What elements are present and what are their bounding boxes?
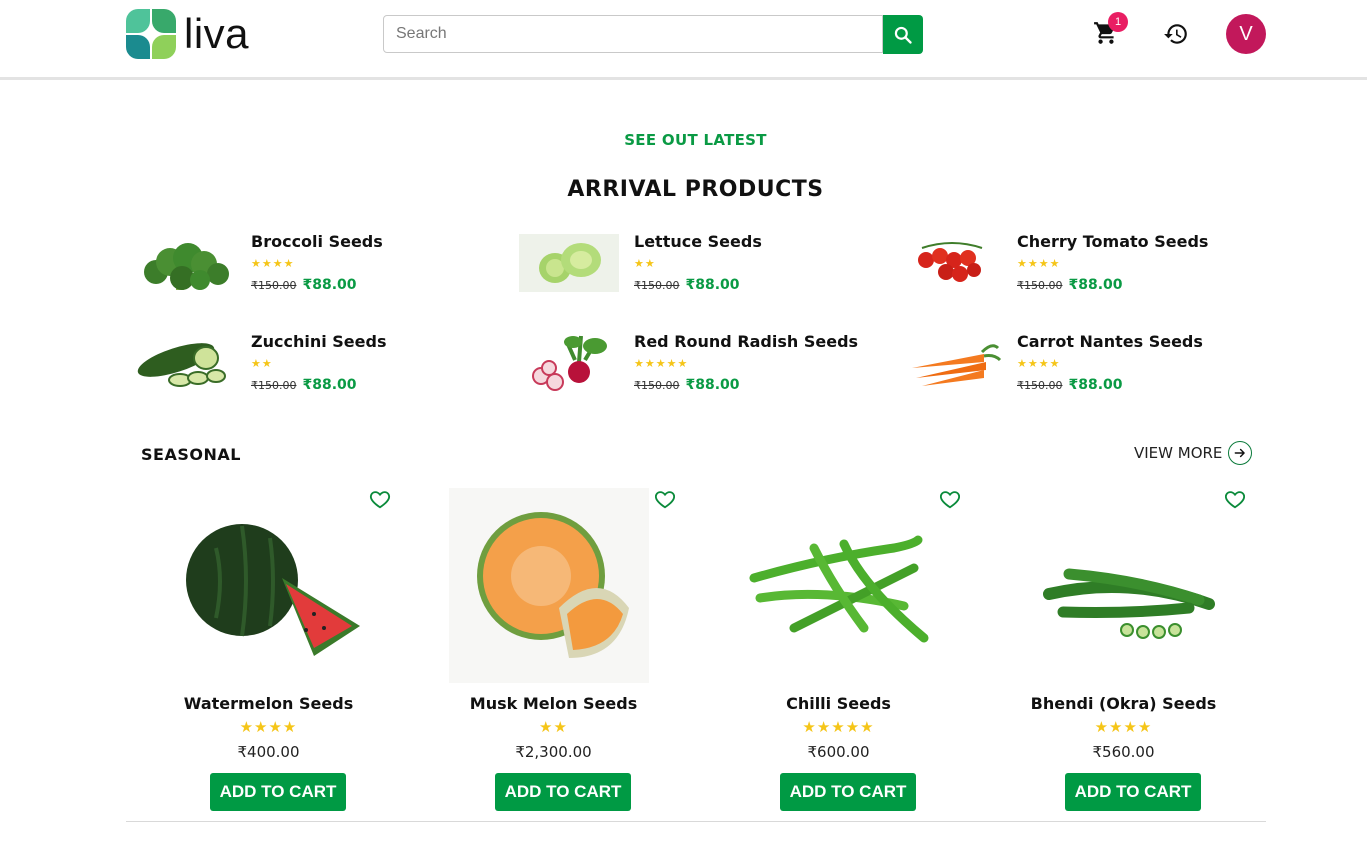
zucchini-image [137,343,226,387]
product-card[interactable]: Watermelon Seeds ★★★★ ₹400.00 ADD TO CAR… [136,488,421,818]
broccoli-image [144,243,229,290]
product-name: Red Round Radish Seeds [634,332,859,351]
product-price: ₹560.00 [1092,743,1155,761]
product-name: Zucchini Seeds [251,332,387,351]
rating-stars: ★★★★★ [802,718,875,736]
sale-price: ₹88.00 [685,277,740,293]
history-icon [1164,24,1187,44]
rating-stars: ★★ [539,718,568,736]
search-input[interactable] [383,15,883,53]
section-eyebrow: SEE OUT LATEST [624,131,767,149]
heart-icon[interactable] [654,488,676,510]
sale-price: ₹88.00 [302,377,357,393]
cart-button[interactable]: 1 [1093,12,1128,48]
old-price: ₹150.00 [251,279,297,292]
product-name: Musk Melon Seeds [469,694,638,713]
product-name: Watermelon Seeds [183,694,354,713]
arrival-item[interactable]: Zucchini Seeds ★★ ₹150.00 ₹88.00 [136,328,496,398]
sale-price: ₹88.00 [302,277,357,293]
arrival-item[interactable]: Cherry Tomato Seeds ★★★★ ₹150.00 ₹88.00 [902,228,1262,298]
add-to-cart-button[interactable]: ADD TO CART [1065,773,1201,811]
rating-stars: ★★★★ [1094,718,1153,736]
add-to-cart-button[interactable]: ADD TO CART [210,773,346,811]
product-name: Cherry Tomato Seeds [1017,232,1209,251]
product-name: Carrot Nantes Seeds [1017,332,1203,351]
avatar[interactable]: V [1226,14,1266,54]
section-divider [126,821,1266,822]
sale-price: ₹88.00 [685,377,740,393]
old-price: ₹150.00 [634,379,680,392]
search-icon [894,26,912,44]
logo-icon [126,9,176,59]
rating-stars: ★★★★★ [634,357,689,370]
rating-stars: ★★ [634,257,656,270]
arrival-item[interactable]: Carrot Nantes Seeds ★★★★ ₹150.00 ₹88.00 [902,328,1262,398]
product-name: Bhendi (Okra) Seeds [1030,694,1217,713]
top-header: liva 1 V [0,0,1367,80]
cherry-tomato-image [918,242,983,282]
rating-stars: ★★★★ [1017,357,1061,370]
lettuce-image [519,234,619,292]
rating-stars: ★★★★ [239,718,298,736]
arrival-item[interactable]: Lettuce Seeds ★★ ₹150.00 ₹88.00 [519,228,879,298]
arrival-item[interactable]: Red Round Radish Seeds ★★★★★ ₹150.00 ₹88.… [519,328,879,398]
view-more-link[interactable]: VIEW MORE [1134,441,1253,465]
sale-price: ₹88.00 [1068,377,1123,393]
arrival-item[interactable]: Broccoli Seeds ★★★★ ₹150.00 ₹88.00 [136,228,496,298]
product-price: ₹600.00 [807,743,870,761]
section-title: ARRIVAL PRODUCTS [567,177,824,202]
product-card[interactable]: Bhendi (Okra) Seeds ★★★★ ₹560.00 ADD TO … [991,488,1276,818]
rating-stars: ★★ [251,357,273,370]
seasonal-title: SEASONAL [141,445,241,464]
okra-image [1043,568,1215,639]
heart-icon[interactable] [1224,488,1246,510]
heart-icon[interactable] [369,488,391,510]
product-card[interactable]: Chilli Seeds ★★★★★ ₹600.00 ADD TO CART [706,488,991,818]
add-to-cart-button[interactable]: ADD TO CART [780,773,916,811]
musk-melon-image [449,488,649,683]
product-card[interactable]: Musk Melon Seeds ★★ ₹2,300.00 ADD TO CAR… [421,488,706,818]
old-price: ₹150.00 [634,279,680,292]
watermelon-image [186,524,360,656]
search-bar [383,15,923,54]
old-price: ₹150.00 [1017,379,1063,392]
add-to-cart-button[interactable]: ADD TO CART [495,773,631,811]
rating-stars: ★★★★ [251,257,295,270]
product-name: Lettuce Seeds [634,232,762,251]
logo[interactable]: liva [126,9,249,59]
product-name: Chilli Seeds [786,694,891,713]
sale-price: ₹88.00 [1068,277,1123,293]
carrot-image [912,344,1002,386]
product-price: ₹2,300.00 [515,743,592,761]
search-button[interactable] [883,15,923,54]
rating-stars: ★★★★ [1017,257,1061,270]
old-price: ₹150.00 [1017,279,1063,292]
old-price: ₹150.00 [251,379,297,392]
cart-count-badge: 1 [1108,12,1128,32]
product-price: ₹400.00 [237,743,300,761]
arrow-right-icon [1228,441,1253,465]
heart-icon[interactable] [939,488,961,510]
product-name: Broccoli Seeds [251,232,383,251]
logo-text: liva [184,10,250,57]
history-button[interactable] [1163,21,1189,47]
radish-image [532,335,607,391]
view-more-label: VIEW MORE [1134,444,1223,462]
chilli-image [749,535,929,643]
